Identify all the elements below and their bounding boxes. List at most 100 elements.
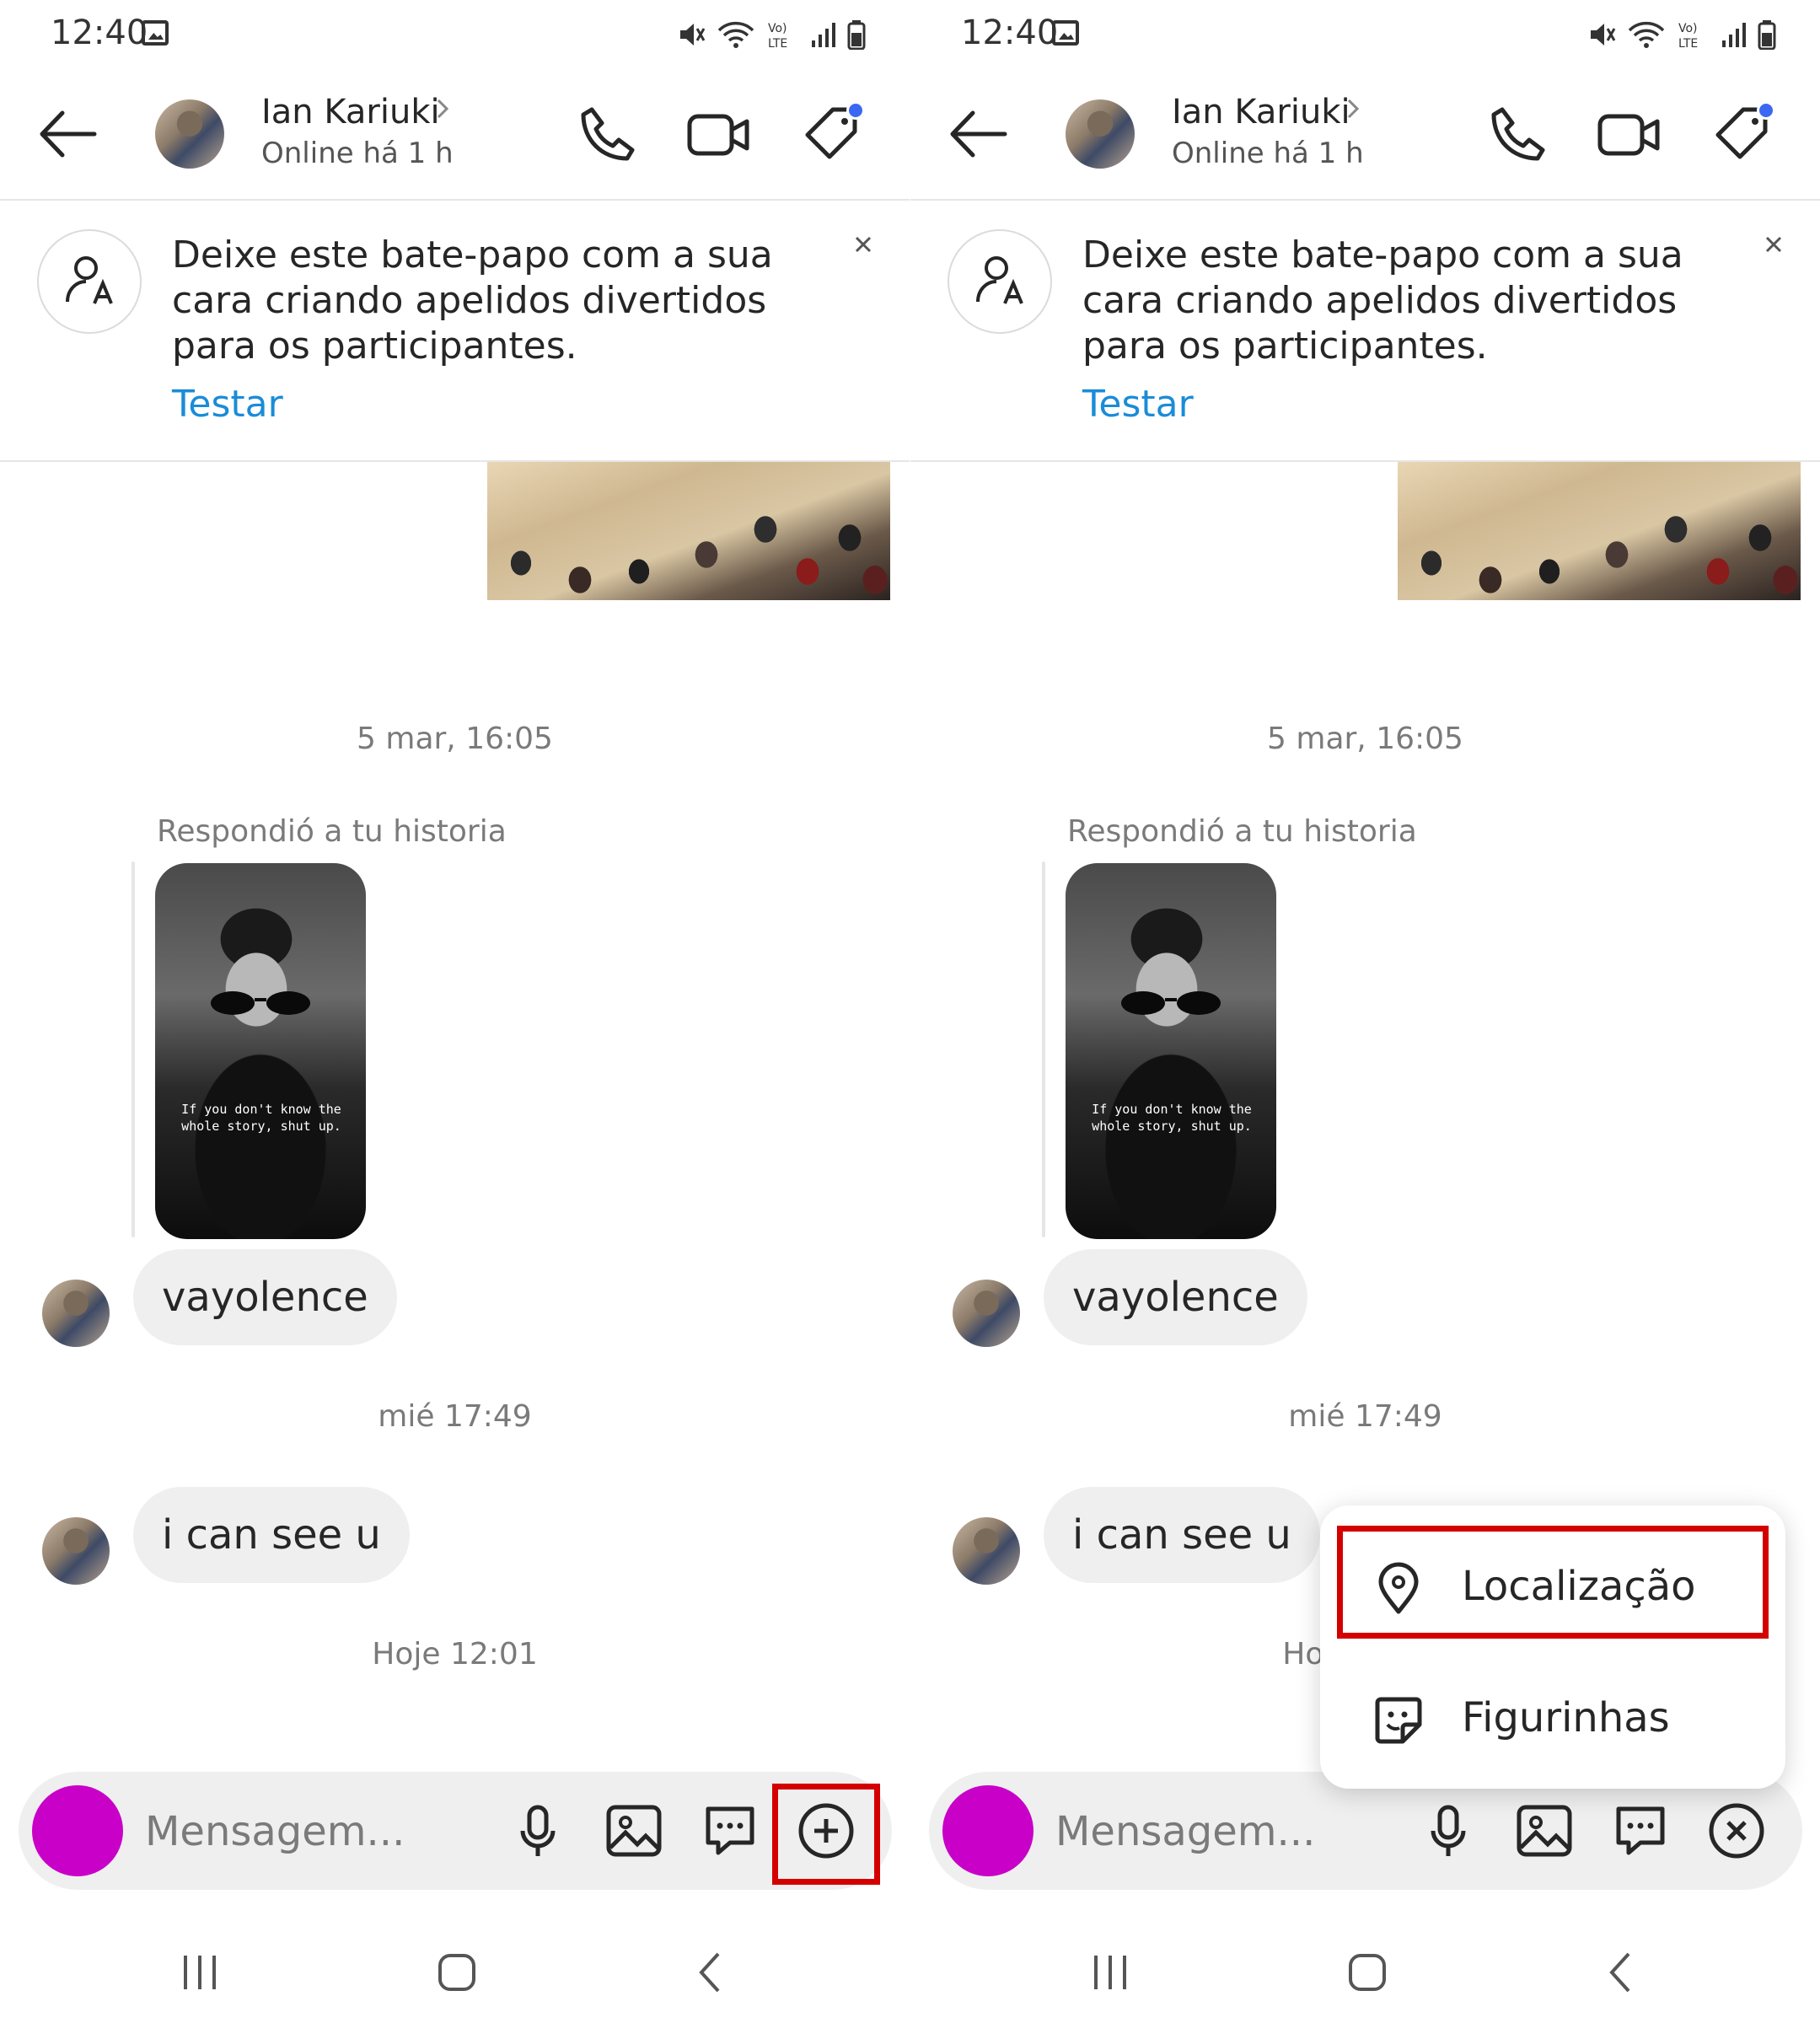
location-pin-icon — [1378, 1562, 1419, 1614]
nav-back-icon[interactable] — [1592, 1947, 1651, 1998]
recent-apps-icon[interactable] — [1081, 1947, 1140, 1998]
story-reply-label: Respondió a tu historia — [1067, 814, 1417, 849]
menu-item-location[interactable]: Localização — [1320, 1531, 1785, 1645]
chat-header: Ian Kariuki Online há 1 h — [910, 67, 1820, 201]
nickname-banner: Deixe este bate-papo com a sua cara cria… — [910, 202, 1820, 462]
status-icons: Vo) LTE — [1587, 17, 1776, 52]
mute-icon — [1591, 24, 1616, 46]
home-icon[interactable] — [427, 1947, 486, 1998]
try-link[interactable]: Testar — [172, 383, 283, 426]
contact-avatar[interactable] — [155, 99, 224, 169]
signal-icon — [812, 23, 835, 47]
status-bar: 12:40 Vo) LTE — [910, 0, 1820, 67]
timestamp: Hoje 12:01 — [372, 1637, 538, 1672]
status-icons: Vo) LTE — [677, 17, 866, 52]
message-composer — [19, 1772, 892, 1890]
video-call-icon[interactable] — [1595, 101, 1662, 169]
reply-indicator-bar — [132, 861, 135, 1237]
close-icon[interactable] — [1757, 228, 1790, 261]
story-reply-label: Respondió a tu historia — [157, 814, 507, 849]
nickname-banner: Deixe este bate-papo com a sua cara cria… — [0, 202, 910, 462]
timestamp: 5 mar, 16:05 — [1267, 722, 1463, 756]
status-time: 12:40 — [51, 13, 148, 52]
microphone-icon[interactable] — [1415, 1797, 1482, 1865]
sunglasses-graphic — [211, 991, 310, 1015]
camera-button[interactable] — [32, 1785, 123, 1876]
sender-avatar[interactable] — [953, 1517, 1020, 1585]
close-circle-icon[interactable] — [1703, 1797, 1770, 1865]
battery-icon — [1758, 20, 1776, 50]
svg-text:LTE: LTE — [768, 37, 787, 50]
contact-name[interactable]: Ian Kariuki — [1172, 93, 1350, 131]
tag-button[interactable] — [799, 101, 867, 169]
try-link[interactable]: Testar — [1082, 383, 1194, 426]
shared-media-image[interactable] — [1398, 462, 1801, 600]
story-thumbnail[interactable]: If you don't know the whole story, shut … — [155, 863, 366, 1239]
message-input[interactable] — [145, 1802, 482, 1861]
gallery-notification-icon — [1052, 20, 1079, 46]
person-nickname-icon — [66, 256, 113, 304]
camera-button[interactable] — [942, 1785, 1033, 1876]
timestamp: mié 17:49 — [378, 1399, 532, 1434]
menu-item-label: Localização — [1462, 1563, 1696, 1610]
menu-item-label: Figurinhas — [1462, 1694, 1670, 1741]
message-bubble[interactable]: vayolence — [1044, 1249, 1307, 1345]
screenshot-left-panel: 12:40 Vo) LTE Ian Kariuki Online há 1 h D… — [0, 0, 910, 2023]
sender-avatar[interactable] — [42, 1517, 110, 1585]
video-call-icon[interactable] — [685, 101, 752, 169]
message-bubble[interactable]: i can see u — [1044, 1487, 1320, 1583]
status-time: 12:40 — [961, 13, 1059, 52]
gallery-icon[interactable] — [1511, 1797, 1578, 1865]
timestamp: 5 mar, 16:05 — [357, 722, 553, 756]
menu-item-stickers[interactable]: Figurinhas — [1320, 1662, 1785, 1777]
sticker-icon — [1375, 1697, 1422, 1744]
story-thumbnail[interactable]: If you don't know the whole story, shut … — [1066, 863, 1276, 1239]
message-bubble[interactable]: i can see u — [133, 1487, 410, 1583]
microphone-icon[interactable] — [504, 1797, 572, 1865]
svg-text:LTE: LTE — [1678, 37, 1698, 50]
message-bubble[interactable]: vayolence — [133, 1249, 397, 1345]
attachment-popup-menu: Localização Figurinhas — [1320, 1505, 1785, 1789]
status-bar: 12:40 Vo) LTE — [0, 0, 910, 67]
nickname-icon-wrapper — [37, 229, 142, 334]
quick-reply-icon[interactable] — [1607, 1797, 1674, 1865]
banner-text: Deixe este bate-papo com a sua cara cria… — [172, 233, 773, 368]
system-nav-bar — [910, 1930, 1820, 2006]
back-arrow-icon[interactable] — [944, 105, 1012, 164]
person-nickname-icon — [976, 256, 1023, 304]
nav-back-icon[interactable] — [681, 1947, 740, 1998]
message-composer — [929, 1772, 1802, 1890]
phone-call-icon[interactable] — [573, 101, 641, 169]
contact-avatar[interactable] — [1066, 99, 1135, 169]
reply-indicator-bar — [1042, 861, 1045, 1237]
phone-call-icon[interactable] — [1484, 101, 1551, 169]
wifi-icon — [717, 21, 754, 48]
tag-button[interactable] — [1710, 101, 1777, 169]
back-arrow-icon[interactable] — [34, 105, 101, 164]
story-caption: If you don't know the whole story, shut … — [1092, 1102, 1252, 1134]
plus-circle-icon[interactable] — [792, 1797, 860, 1865]
sender-avatar[interactable] — [42, 1280, 110, 1347]
gallery-notification-icon — [142, 20, 169, 46]
banner-text: Deixe este bate-papo com a sua cara cria… — [1082, 233, 1683, 368]
gallery-icon[interactable] — [600, 1797, 668, 1865]
screenshot-right-panel: 12:40 Vo) LTE Ian Kariuki Online há 1 h D… — [910, 0, 1820, 2023]
chevron-right-icon[interactable] — [430, 96, 455, 121]
contact-name[interactable]: Ian Kariuki — [261, 93, 440, 131]
svg-text:Vo): Vo) — [768, 22, 787, 35]
signal-icon — [1722, 23, 1746, 47]
sender-avatar[interactable] — [953, 1280, 1020, 1347]
volte-icon: Vo) LTE — [768, 22, 787, 50]
message-input[interactable] — [1055, 1802, 1393, 1861]
quick-reply-icon[interactable] — [696, 1797, 764, 1865]
chat-header: Ian Kariuki Online há 1 h — [0, 67, 910, 201]
wifi-icon — [1628, 21, 1665, 48]
contact-status: Online há 1 h — [261, 137, 454, 170]
home-icon[interactable] — [1337, 1947, 1396, 1998]
close-icon[interactable] — [846, 228, 880, 261]
chevron-right-icon[interactable] — [1340, 96, 1366, 121]
shared-media-image[interactable] — [487, 462, 890, 600]
recent-apps-icon[interactable] — [170, 1947, 229, 1998]
notification-dot — [1757, 101, 1775, 120]
contact-status: Online há 1 h — [1172, 137, 1364, 170]
